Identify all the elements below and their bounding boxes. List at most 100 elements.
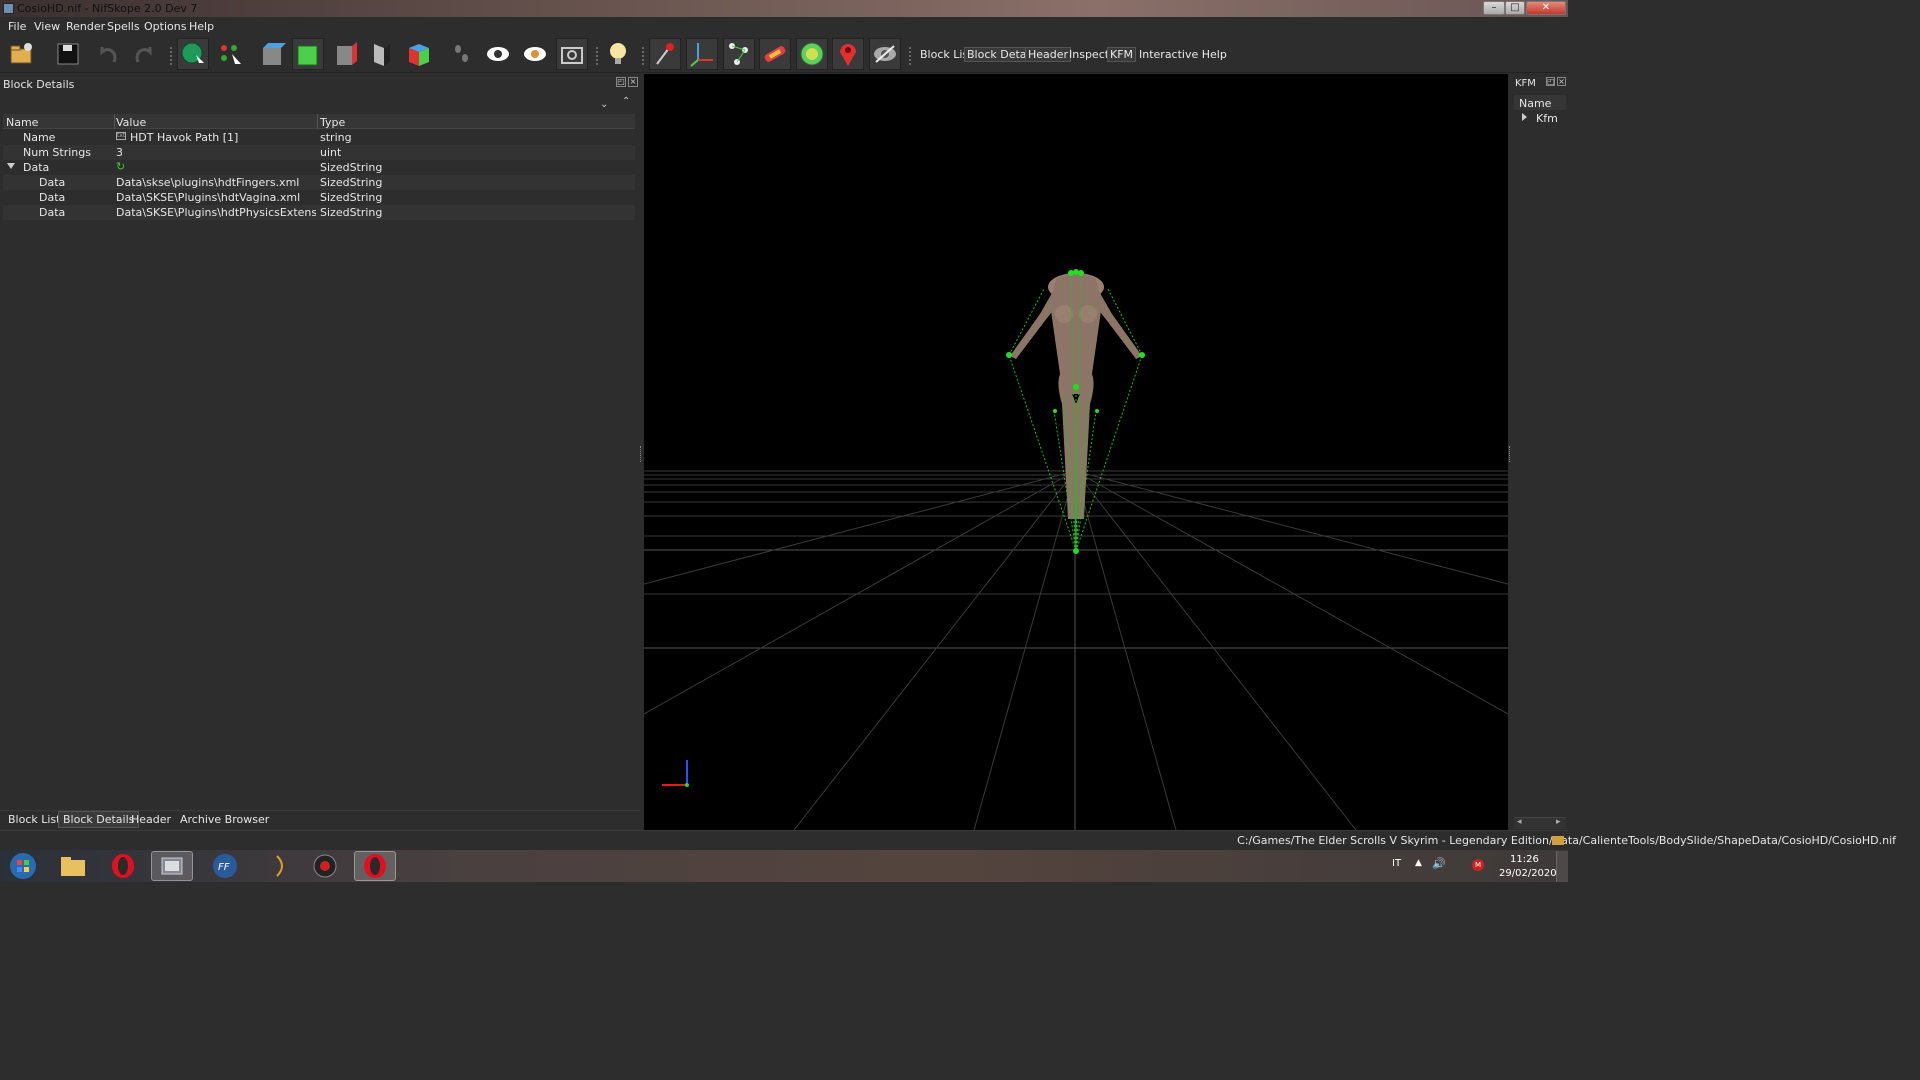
row-value[interactable]: Data\SKSE\Plugins\hdtPhysicsExtensionsDe… (116, 206, 316, 219)
row-type: string (320, 131, 352, 144)
splitter-handle[interactable] (640, 446, 643, 462)
close-button[interactable]: ✕ (1526, 1, 1566, 15)
block-details-title: Block Details (3, 78, 75, 91)
row-type: SizedString (320, 206, 383, 219)
screenshot-icon[interactable] (556, 38, 588, 70)
show-desktop-button[interactable] (1556, 851, 1568, 882)
collapse-up-icon[interactable]: ⌃ (622, 96, 630, 107)
view-walk-icon[interactable] (403, 38, 435, 70)
toolbar-tab-interactive-help[interactable]: Interactive Help (1139, 48, 1227, 61)
dock-tab-archive-browser[interactable]: Archive Browser (180, 813, 269, 826)
column-header-value[interactable]: Value (116, 116, 146, 129)
row-name: Data (39, 206, 66, 219)
nifskope-taskbar-icon[interactable] (151, 851, 193, 881)
lighting-icon[interactable] (602, 38, 634, 70)
toolbar-tab-header[interactable]: Header (1024, 47, 1072, 62)
maximize-button[interactable]: □ (1505, 1, 1525, 15)
scroll-right-icon[interactable]: ▸ (1556, 817, 1561, 827)
toolbar-separator (642, 47, 646, 65)
window-title: CosioHD.nif - NifSkope 2.0 Dev 7 (17, 2, 198, 15)
show-havok-icon[interactable] (759, 38, 791, 70)
kfm-tree-item[interactable]: Kfm (1536, 112, 1558, 125)
dock-tab-block-list[interactable]: Block List (8, 813, 60, 826)
menu-help[interactable]: Help (189, 20, 214, 33)
float-panel-icon[interactable]: ◰ (616, 77, 626, 87)
column-header-type[interactable]: Type (320, 116, 345, 129)
row-name: Data (39, 176, 66, 189)
select-vertex-icon[interactable] (214, 38, 246, 70)
grid-header (3, 114, 635, 129)
menu-render[interactable]: Render (66, 20, 105, 33)
menu-view[interactable]: View (34, 20, 60, 33)
folder-icon[interactable] (1552, 836, 1564, 845)
ffdec-icon[interactable]: FF (204, 851, 246, 881)
render-viewport[interactable] (643, 74, 1509, 831)
column-header-name[interactable]: Name (6, 116, 38, 129)
table-row[interactable] (3, 190, 635, 205)
row-name: Name (23, 131, 56, 144)
toolbar-tab-inspect[interactable]: Inspect (1069, 48, 1109, 61)
float-panel-icon[interactable]: ◰ (1546, 77, 1555, 86)
start-button-icon[interactable] (2, 851, 44, 881)
row-value[interactable]: 3 (116, 146, 123, 159)
show-furniture-icon[interactable] (832, 38, 864, 70)
close-panel-icon[interactable]: × (1557, 77, 1566, 86)
expand-arrow-icon[interactable] (7, 163, 15, 169)
expand-arrow-icon[interactable] (1522, 113, 1527, 121)
row-value[interactable]: Data\skse\plugins\hdtFingers.xml (116, 176, 314, 189)
opera-active-icon[interactable] (354, 851, 396, 881)
show-markers-icon[interactable] (519, 38, 551, 70)
view-front-icon[interactable] (292, 38, 324, 70)
dock-tab-block-details[interactable]: Block Details (58, 811, 140, 828)
volume-icon[interactable]: 🔊 (1432, 857, 1446, 870)
language-indicator[interactable]: IT (1392, 858, 1401, 869)
table-row[interactable] (3, 205, 635, 220)
menu-bar (0, 17, 1568, 35)
show-nodes-icon[interactable] (649, 38, 681, 70)
dock-tab-header[interactable]: Header (131, 813, 171, 826)
view-user-icon[interactable] (366, 38, 398, 70)
axis-gizmo (662, 760, 689, 787)
tray-app-icon[interactable]: M (1472, 859, 1484, 871)
row-value[interactable]: HDT Havok Path [1] (130, 131, 238, 144)
clock-time[interactable]: 11:26 (1510, 854, 1539, 865)
gear-app-icon[interactable] (304, 851, 346, 881)
opera-browser-icon[interactable] (102, 851, 144, 881)
table-row[interactable] (3, 130, 635, 145)
menu-options[interactable]: Options (144, 20, 186, 33)
select-object-icon[interactable] (177, 38, 209, 70)
clock-date[interactable]: 29/02/2020 (1499, 868, 1557, 879)
menu-spells[interactable]: Spells (107, 20, 140, 33)
row-name: Data (23, 161, 50, 174)
show-axes-icon[interactable] (686, 38, 718, 70)
collapse-down-icon[interactable]: ⌄ (600, 99, 608, 110)
row-type: SizedString (320, 191, 383, 204)
menu-file[interactable]: File (8, 20, 26, 33)
toolbar-tab-kfm[interactable]: KFM (1106, 47, 1137, 62)
table-row[interactable] (3, 160, 635, 175)
file-explorer-icon[interactable] (52, 851, 94, 881)
show-hidden-geometry-icon[interactable] (869, 38, 901, 70)
view-top-icon[interactable] (256, 38, 288, 70)
show-constraints-icon[interactable] (796, 38, 828, 70)
minimize-button[interactable]: – (1483, 1, 1505, 15)
show-hidden-icon[interactable] (482, 38, 514, 70)
tray-expand-icon[interactable]: ▲ (1415, 858, 1422, 868)
flight-mode-icon[interactable] (446, 38, 478, 70)
scroll-left-icon[interactable]: ◂ (1517, 817, 1522, 827)
save-icon[interactable] (52, 38, 84, 70)
open-file-icon[interactable] (6, 38, 38, 70)
close-panel-icon[interactable]: × (628, 77, 638, 87)
redo-icon[interactable] (128, 38, 160, 70)
undo-icon[interactable] (92, 38, 124, 70)
update-array-icon[interactable]: ↻ (116, 160, 125, 173)
status-file-path: C:/Games/The Elder Scrolls V Skyrim - Le… (1237, 834, 1896, 847)
app-tray-icon[interactable] (260, 851, 302, 881)
kfm-column-name[interactable]: Name (1519, 97, 1551, 110)
app-icon (3, 3, 14, 14)
show-skeleton-icon[interactable] (723, 38, 755, 70)
table-row[interactable] (3, 175, 635, 190)
table-row[interactable] (3, 145, 635, 160)
view-side-icon[interactable] (330, 38, 362, 70)
row-value[interactable]: Data\SKSE\Plugins\hdtVagina.xml (116, 191, 314, 204)
